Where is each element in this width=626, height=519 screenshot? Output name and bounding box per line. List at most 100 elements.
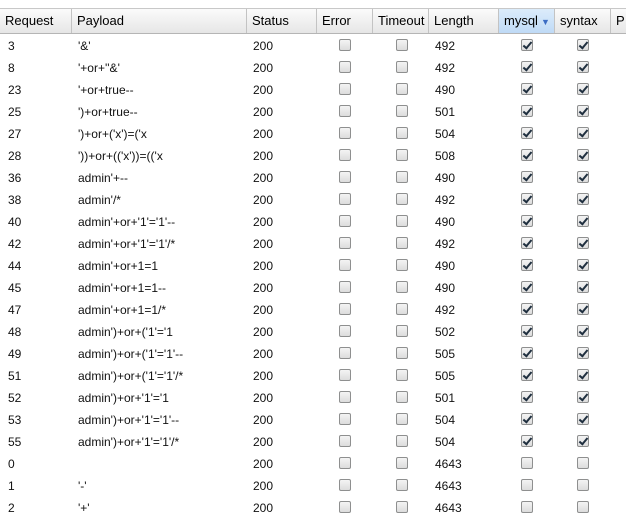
syntax-checkbox[interactable]	[577, 457, 589, 469]
timeout-checkbox[interactable]	[396, 391, 408, 403]
timeout-checkbox[interactable]	[396, 325, 408, 337]
table-row[interactable]: 49 admin')+or+('1'='1'-- 200 505	[0, 343, 626, 365]
table-row[interactable]: 3 '&' 200 492	[0, 35, 626, 57]
timeout-checkbox[interactable]	[396, 61, 408, 73]
mysql-checkbox[interactable]	[521, 39, 533, 51]
timeout-checkbox[interactable]	[396, 259, 408, 271]
timeout-checkbox[interactable]	[396, 501, 408, 513]
error-checkbox[interactable]	[339, 501, 351, 513]
column-header-syntax[interactable]: syntax	[555, 9, 611, 33]
error-checkbox[interactable]	[339, 149, 351, 161]
syntax-checkbox[interactable]	[577, 237, 589, 249]
timeout-checkbox[interactable]	[396, 413, 408, 425]
syntax-checkbox[interactable]	[577, 391, 589, 403]
table-row[interactable]: 52 admin')+or+'1'='1 200 501	[0, 387, 626, 409]
error-checkbox[interactable]	[339, 369, 351, 381]
mysql-checkbox[interactable]	[521, 105, 533, 117]
column-header-request[interactable]: Request	[0, 9, 72, 33]
mysql-checkbox[interactable]	[521, 215, 533, 227]
timeout-checkbox[interactable]	[396, 105, 408, 117]
syntax-checkbox[interactable]	[577, 435, 589, 447]
syntax-checkbox[interactable]	[577, 149, 589, 161]
error-checkbox[interactable]	[339, 105, 351, 117]
mysql-checkbox[interactable]	[521, 435, 533, 447]
table-row[interactable]: 1 '-' 200 4643	[0, 475, 626, 497]
syntax-checkbox[interactable]	[577, 127, 589, 139]
timeout-checkbox[interactable]	[396, 149, 408, 161]
error-checkbox[interactable]	[339, 325, 351, 337]
error-checkbox[interactable]	[339, 259, 351, 271]
error-checkbox[interactable]	[339, 435, 351, 447]
syntax-checkbox[interactable]	[577, 259, 589, 271]
timeout-checkbox[interactable]	[396, 281, 408, 293]
table-row[interactable]: 27 ')+or+('x')=('x 200 504	[0, 123, 626, 145]
error-checkbox[interactable]	[339, 413, 351, 425]
mysql-checkbox[interactable]	[521, 369, 533, 381]
table-row[interactable]: 8 '+or+''&' 200 492	[0, 57, 626, 79]
syntax-checkbox[interactable]	[577, 501, 589, 513]
syntax-checkbox[interactable]	[577, 215, 589, 227]
timeout-checkbox[interactable]	[396, 435, 408, 447]
mysql-checkbox[interactable]	[521, 413, 533, 425]
error-checkbox[interactable]	[339, 457, 351, 469]
table-row[interactable]: 40 admin'+or+'1'='1'-- 200 490	[0, 211, 626, 233]
mysql-checkbox[interactable]	[521, 237, 533, 249]
mysql-checkbox[interactable]	[521, 61, 533, 73]
timeout-checkbox[interactable]	[396, 193, 408, 205]
syntax-checkbox[interactable]	[577, 479, 589, 491]
timeout-checkbox[interactable]	[396, 347, 408, 359]
table-row[interactable]: 25 ')+or+true-- 200 501	[0, 101, 626, 123]
syntax-checkbox[interactable]	[577, 325, 589, 337]
error-checkbox[interactable]	[339, 83, 351, 95]
table-row[interactable]: 55 admin')+or+'1'='1'/* 200 504	[0, 431, 626, 453]
table-row[interactable]: 51 admin')+or+('1'='1'/* 200 505	[0, 365, 626, 387]
mysql-checkbox[interactable]	[521, 127, 533, 139]
column-header-payload[interactable]: Payload	[72, 9, 247, 33]
syntax-checkbox[interactable]	[577, 281, 589, 293]
timeout-checkbox[interactable]	[396, 171, 408, 183]
timeout-checkbox[interactable]	[396, 215, 408, 227]
syntax-checkbox[interactable]	[577, 39, 589, 51]
table-row[interactable]: 0 200 4643	[0, 453, 626, 475]
mysql-checkbox[interactable]	[521, 83, 533, 95]
table-row[interactable]: 44 admin'+or+1=1 200 490	[0, 255, 626, 277]
table-row[interactable]: 23 '+or+true-- 200 490	[0, 79, 626, 101]
syntax-checkbox[interactable]	[577, 83, 589, 95]
syntax-checkbox[interactable]	[577, 61, 589, 73]
error-checkbox[interactable]	[339, 479, 351, 491]
error-checkbox[interactable]	[339, 193, 351, 205]
column-header-status[interactable]: Status	[247, 9, 317, 33]
mysql-checkbox[interactable]	[521, 479, 533, 491]
error-checkbox[interactable]	[339, 237, 351, 249]
syntax-checkbox[interactable]	[577, 413, 589, 425]
error-checkbox[interactable]	[339, 347, 351, 359]
error-checkbox[interactable]	[339, 171, 351, 183]
table-row[interactable]: 45 admin'+or+1=1-- 200 490	[0, 277, 626, 299]
column-header-error[interactable]: Error	[317, 9, 373, 33]
timeout-checkbox[interactable]	[396, 127, 408, 139]
error-checkbox[interactable]	[339, 127, 351, 139]
error-checkbox[interactable]	[339, 39, 351, 51]
mysql-checkbox[interactable]	[521, 347, 533, 359]
timeout-checkbox[interactable]	[396, 303, 408, 315]
timeout-checkbox[interactable]	[396, 479, 408, 491]
table-row[interactable]: 36 admin'+-- 200 490	[0, 167, 626, 189]
table-row[interactable]: 42 admin'+or+'1'='1'/* 200 492	[0, 233, 626, 255]
table-row[interactable]: 28 '))+or+(('x'))=(('x 200 508	[0, 145, 626, 167]
table-row[interactable]: 2 '+' 200 4643	[0, 497, 626, 519]
mysql-checkbox[interactable]	[521, 171, 533, 183]
syntax-checkbox[interactable]	[577, 193, 589, 205]
mysql-checkbox[interactable]	[521, 149, 533, 161]
column-header-timeout[interactable]: Timeout	[373, 9, 429, 33]
column-header-mysql[interactable]: mysql ▼	[499, 9, 555, 33]
error-checkbox[interactable]	[339, 61, 351, 73]
column-header-length[interactable]: Length	[429, 9, 499, 33]
syntax-checkbox[interactable]	[577, 369, 589, 381]
mysql-checkbox[interactable]	[521, 391, 533, 403]
column-header-extra[interactable]: P	[611, 9, 626, 33]
timeout-checkbox[interactable]	[396, 457, 408, 469]
mysql-checkbox[interactable]	[521, 457, 533, 469]
error-checkbox[interactable]	[339, 281, 351, 293]
table-row[interactable]: 47 admin'+or+1=1/* 200 492	[0, 299, 626, 321]
syntax-checkbox[interactable]	[577, 171, 589, 183]
